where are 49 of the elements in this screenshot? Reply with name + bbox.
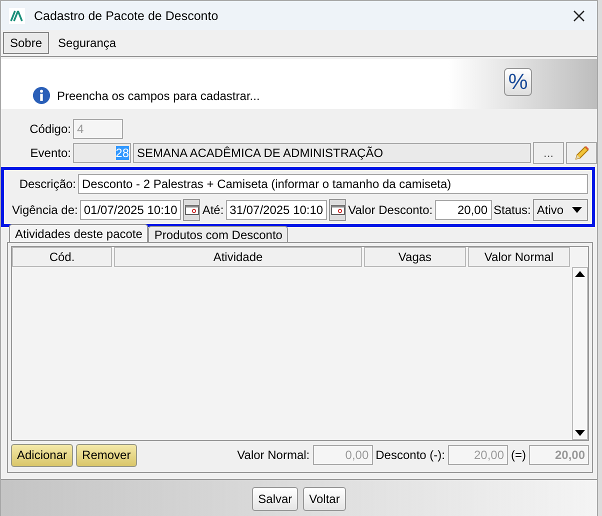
total-label: (=) <box>511 448 526 462</box>
footer-button[interactable]: Voltar <box>303 487 346 511</box>
discount-badge: % <box>504 68 532 96</box>
menu-item[interactable]: Sobre <box>3 32 50 54</box>
hint-text: Preencha os campos para cadastrar... <box>57 88 260 102</box>
scroll-down-icon[interactable] <box>575 430 585 436</box>
field-label: Evento: <box>29 146 71 160</box>
scroll-up-icon[interactable] <box>575 271 585 277</box>
tab[interactable]: Atividades deste pacote <box>9 224 148 242</box>
total-label: Valor Normal: <box>237 448 310 462</box>
date-field[interactable]: 31/07/2025 10:10 <box>226 200 328 220</box>
field-label: Valor Desconto: <box>348 203 433 217</box>
total-field: 0,00 <box>312 445 373 465</box>
calendar-icon <box>184 205 199 215</box>
menu-item[interactable]: Segurança <box>51 32 124 54</box>
browse-button[interactable]: ... <box>533 142 564 164</box>
total-field: 20,00 <box>448 445 508 465</box>
footer-button[interactable]: Salvar <box>252 487 298 511</box>
column-header[interactable]: Atividade <box>114 247 362 267</box>
field-label: Vigência de: <box>12 203 78 217</box>
field-label: Até: <box>202 203 224 217</box>
tab[interactable]: Produtos com Desconto <box>148 226 288 242</box>
window-title: Cadastro de Pacote de Desconto <box>34 8 220 22</box>
date-field[interactable]: 01/07/2025 10:10 <box>80 200 182 220</box>
dropdown-arrow-icon <box>572 207 582 213</box>
field-label: Status: <box>494 203 531 217</box>
total-label: Desconto (-): <box>376 448 445 462</box>
info-icon <box>32 86 51 105</box>
description-field[interactable]: Desconto - 2 Palestras + Camiseta (informar o tamanho da camiseta) <box>78 174 588 194</box>
action-button[interactable]: Remover <box>76 444 137 466</box>
event-code: 28 <box>116 146 129 160</box>
close-icon[interactable] <box>573 10 585 22</box>
column-header[interactable]: Valor Normal <box>468 247 570 267</box>
discount-value-field[interactable]: 20,00 <box>434 200 492 220</box>
field-label: Descrição: <box>18 177 76 191</box>
edit-button[interactable] <box>566 142 597 164</box>
event-name-field[interactable]: SEMANA ACADÊMICA DE ADMINISTRAÇÃO <box>133 143 531 163</box>
pencil-icon <box>572 144 590 162</box>
app-logo-icon <box>9 8 25 24</box>
scrollbar[interactable] <box>572 267 588 440</box>
calendar-button[interactable] <box>329 199 346 221</box>
column-header[interactable]: Vagas <box>364 247 466 267</box>
field-label: Código: <box>28 122 71 136</box>
total-field: 20,00 <box>529 445 589 465</box>
calendar-icon <box>330 205 345 215</box>
action-button[interactable]: Adicionar <box>11 444 74 466</box>
status-dropdown[interactable]: Ativo <box>532 199 588 221</box>
column-header[interactable]: Cód. <box>12 247 112 267</box>
calendar-button[interactable] <box>183 199 200 221</box>
